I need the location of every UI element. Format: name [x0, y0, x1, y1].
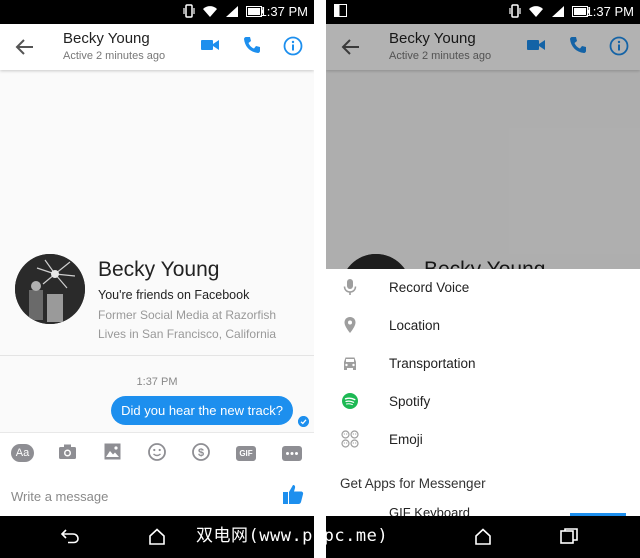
text-format-button[interactable]: Aa: [11, 444, 34, 462]
emoji-face-icon[interactable]: [148, 443, 166, 461]
composer-toolbar: Aa $ GIF: [0, 432, 314, 474]
sheet-item-gif-keyboard[interactable]: GIF Keyboard: [389, 505, 470, 516]
profile-name: Becky Young: [98, 258, 220, 281]
nav-recents-icon[interactable]: [560, 528, 578, 544]
sheet-item-label: Emoji: [389, 432, 423, 447]
info-icon[interactable]: [283, 36, 303, 56]
phone-call-icon[interactable]: [243, 36, 261, 54]
sheet-item-record-voice[interactable]: Record Voice: [326, 269, 640, 307]
vibrate-icon: [509, 4, 521, 18]
messenger-chat-screen: 1:37 PM Becky Young Active 2 minutes ago…: [0, 0, 314, 558]
location-pin-icon: [344, 317, 356, 333]
get-apps-heading: Get Apps for Messenger: [340, 476, 486, 491]
status-bar: 1:37 PM: [326, 0, 640, 24]
messenger-more-menu-screen: 1:37 PM Becky Young Active 2 minutes ago…: [326, 0, 640, 558]
video-call-icon[interactable]: [201, 38, 219, 52]
sheet-item-label: Spotify: [389, 394, 431, 409]
friends-status: You're friends on Facebook: [98, 288, 250, 302]
more-options-icon[interactable]: [282, 446, 302, 461]
more-options-sheet: Record Voice Location Transportation Spo…: [326, 269, 640, 516]
sheet-item-spotify[interactable]: Spotify: [326, 383, 640, 421]
svg-text:$: $: [198, 447, 204, 459]
sheet-item-emoji[interactable]: Emoji: [326, 421, 640, 459]
message-timestamp: 1:37 PM: [136, 376, 178, 388]
contact-name[interactable]: Becky Young: [63, 30, 150, 47]
gallery-icon[interactable]: [104, 443, 121, 460]
camera-icon[interactable]: [58, 443, 77, 460]
gif-button[interactable]: GIF: [236, 446, 256, 461]
sheet-item-location[interactable]: Location: [326, 307, 640, 345]
profile-location: Lives in San Francisco, California: [98, 327, 277, 341]
active-status: Active 2 minutes ago: [63, 50, 166, 62]
install-button[interactable]: [570, 513, 626, 516]
nav-home-icon[interactable]: [474, 528, 492, 545]
payment-dollar-icon[interactable]: $: [192, 443, 210, 461]
nav-home-icon[interactable]: [148, 528, 166, 545]
watermark-text: 双电网(www.pcpc.me): [196, 526, 389, 546]
sheet-item-label: Location: [389, 318, 441, 333]
signal-icon: [226, 5, 238, 17]
spotify-icon: [342, 393, 358, 409]
status-time: 1:37 PM: [259, 4, 308, 19]
status-icons: [183, 4, 264, 18]
chat-header: Becky Young Active 2 minutes ago: [0, 24, 314, 70]
nav-back-icon[interactable]: [60, 528, 80, 544]
screen-separator: [314, 0, 326, 558]
screenshot-notification-icon: [334, 4, 347, 17]
emoji-grid-icon: [341, 430, 359, 448]
like-thumb-icon[interactable]: [282, 483, 304, 505]
wifi-icon: [529, 5, 543, 17]
status-time: 1:37 PM: [585, 4, 634, 19]
signal-icon: [552, 5, 564, 17]
delivered-check-icon: [298, 416, 309, 427]
status-bar: 1:37 PM: [0, 0, 314, 24]
profile-avatar[interactable]: [15, 254, 85, 324]
vibrate-icon: [183, 4, 195, 18]
microphone-icon: [343, 279, 357, 295]
divider: [0, 355, 314, 356]
sheet-item-label: Record Voice: [389, 280, 470, 295]
back-arrow-icon[interactable]: [14, 36, 36, 58]
message-input[interactable]: [11, 484, 261, 508]
wifi-icon: [203, 5, 217, 17]
message-composer: [0, 474, 314, 516]
profile-work: Former Social Media at Razorfish: [98, 308, 277, 322]
conversation-area[interactable]: Becky Young You're friends on Facebook F…: [0, 70, 314, 432]
status-icons: [509, 4, 590, 18]
sheet-item-label: Transportation: [389, 356, 476, 371]
sheet-item-transportation[interactable]: Transportation: [326, 345, 640, 383]
dim-overlay[interactable]: [326, 24, 640, 269]
car-icon: [344, 357, 356, 370]
sent-message-bubble[interactable]: Did you hear the new track?: [111, 396, 293, 425]
